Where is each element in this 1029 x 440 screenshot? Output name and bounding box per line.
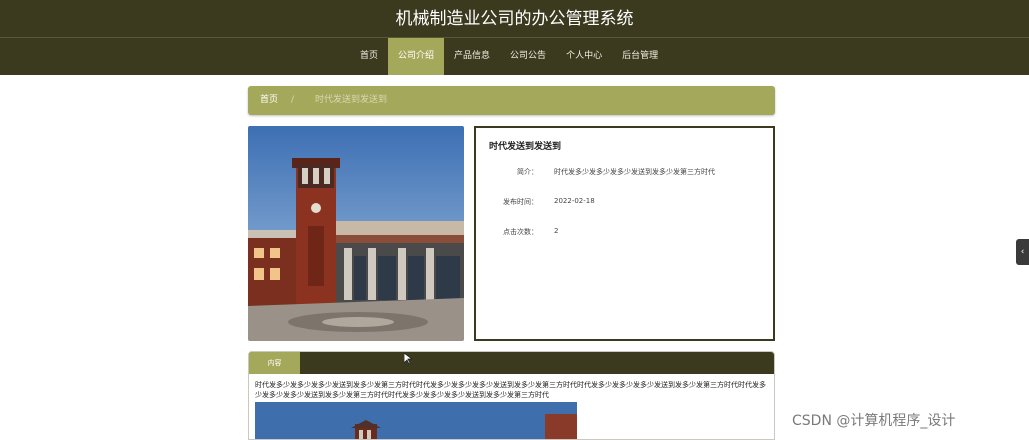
watermark: CSDN @计算机程序_设计 bbox=[792, 413, 956, 429]
nav-item-company-intro[interactable]: 公司介绍 bbox=[388, 38, 445, 75]
intro-label: 简介： bbox=[517, 168, 538, 176]
mouse-pointer-icon bbox=[403, 350, 414, 369]
main-nav: 首页 公司介绍 产品信息 公司公告 个人中心 后台管理 bbox=[0, 38, 1029, 75]
side-toggle-button[interactable]: ‹ bbox=[1016, 239, 1029, 265]
nav-items: 首页 公司介绍 产品信息 公司公告 个人中心 后台管理 bbox=[350, 38, 668, 75]
content-text: 时代发多少发多少发多少发送到发多少发第三方时代时代发多少发多少发多少发送到发多少… bbox=[255, 381, 766, 399]
company-building-photo bbox=[248, 126, 464, 341]
site-header: 机械制造业公司的办公管理系统 bbox=[0, 0, 1029, 38]
content-photo-illustration bbox=[255, 402, 577, 439]
breadcrumb: 首页 / 时代发送到发送到 bbox=[248, 86, 775, 115]
site-title: 机械制造业公司的办公管理系统 bbox=[395, 9, 634, 29]
nav-item-admin[interactable]: 后台管理 bbox=[612, 38, 668, 75]
nav-item-personal-center[interactable]: 个人中心 bbox=[556, 38, 612, 75]
detail-title: 时代发送到发送到 bbox=[489, 142, 562, 152]
content-panel-header: 内容 bbox=[249, 352, 774, 374]
publish-time-value: 2022-02-18 bbox=[554, 197, 595, 205]
intro-value: 时代发多少发多少发多少发送到发多少发第三方时代 bbox=[554, 168, 715, 176]
click-count-value: 2 bbox=[554, 227, 559, 235]
nav-item-announcements[interactable]: 公司公告 bbox=[500, 38, 556, 75]
content-building-photo bbox=[255, 402, 577, 439]
nav-item-products[interactable]: 产品信息 bbox=[444, 38, 500, 75]
info-box: 时代发送到发送到 简介： 时代发多少发多少发多少发送到发多少发第三方时代 发布时… bbox=[474, 126, 775, 341]
nav-item-home[interactable]: 首页 bbox=[350, 38, 388, 75]
publish-time-label: 发布时间： bbox=[503, 198, 538, 206]
click-count-label: 点击次数： bbox=[503, 228, 538, 236]
breadcrumb-separator: / bbox=[291, 95, 295, 105]
breadcrumb-home-link[interactable]: 首页 bbox=[260, 86, 278, 115]
tab-content[interactable]: 内容 bbox=[249, 352, 300, 374]
building-illustration bbox=[248, 126, 464, 341]
chevron-left-icon: ‹ bbox=[1020, 247, 1025, 257]
breadcrumb-current: 时代发送到发送到 bbox=[315, 95, 388, 105]
content-panel: 内容 时代发多少发多少发多少发送到发多少发第三方时代时代发多少发多少发多少发送到… bbox=[248, 351, 775, 440]
